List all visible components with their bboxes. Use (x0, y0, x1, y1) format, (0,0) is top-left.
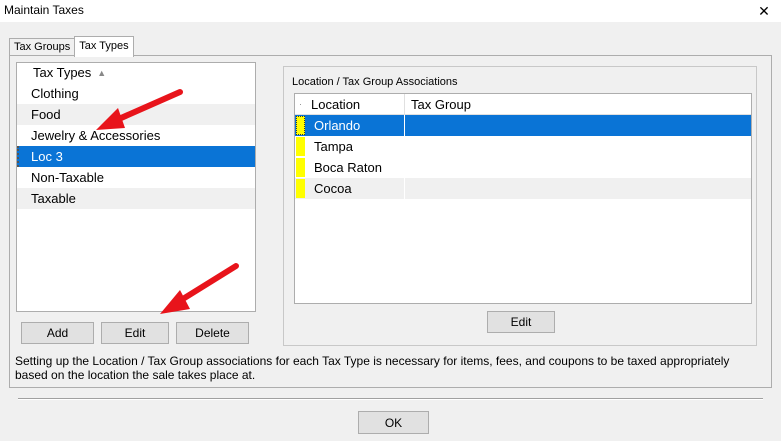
tab-strip: Tax Groups Tax Types (9, 36, 134, 57)
associations-group-label: Location / Tax Group Associations (292, 76, 458, 88)
list-item[interactable]: Taxable (17, 188, 255, 209)
location-cell: Boca Raton (306, 157, 405, 178)
list-item[interactable]: Non-Taxable (17, 167, 255, 188)
row-marker-header: · (299, 99, 302, 109)
location-cell: Tampa (306, 136, 405, 157)
close-icon[interactable]: ✕ (747, 0, 781, 22)
associations-group: Location / Tax Group Associations · Loca… (283, 66, 757, 346)
column-header-location[interactable]: Location (306, 94, 405, 114)
add-button[interactable]: Add (21, 322, 94, 344)
tax-types-header-label: Tax Types (33, 65, 92, 80)
row-marker (295, 157, 306, 178)
tax-group-cell (405, 115, 751, 136)
row-marker (295, 178, 306, 199)
tax-types-panel: Tax Types ▲ Clothing Food Jewelry & Acce… (9, 55, 772, 388)
table-row[interactable]: Tampa (295, 136, 751, 157)
associations-grid[interactable]: · Location Tax Group Orlando Tampa Boca … (294, 93, 752, 304)
delete-button[interactable]: Delete (176, 322, 249, 344)
tax-types-list[interactable]: Tax Types ▲ Clothing Food Jewelry & Acce… (16, 62, 256, 312)
table-row-selected[interactable]: Orlando (295, 115, 751, 136)
help-text: Setting up the Location / Tax Group asso… (15, 354, 730, 382)
title-bar: Maintain Taxes ✕ (0, 0, 781, 22)
location-cell: Cocoa (306, 178, 405, 199)
edit-tax-type-button[interactable]: Edit (101, 322, 169, 344)
edit-association-button[interactable]: Edit (487, 311, 555, 333)
row-marker (295, 115, 306, 136)
list-item-selected[interactable]: Loc 3 (17, 146, 255, 167)
grid-header: · Location Tax Group (295, 94, 751, 115)
table-row[interactable]: Boca Raton (295, 157, 751, 178)
tab-tax-types[interactable]: Tax Types (74, 36, 134, 57)
ok-button[interactable]: OK (358, 411, 429, 434)
window-title: Maintain Taxes (4, 3, 84, 17)
tab-tax-groups[interactable]: Tax Groups (9, 38, 76, 56)
location-cell: Orlando (306, 115, 405, 136)
column-header-tax-group[interactable]: Tax Group (405, 94, 751, 114)
list-item[interactable]: Food (17, 104, 255, 125)
list-item[interactable]: Jewelry & Accessories (17, 125, 255, 146)
list-item[interactable]: Clothing (17, 83, 255, 104)
table-row[interactable]: Cocoa (295, 178, 751, 199)
sort-ascending-icon: ▲ (97, 67, 107, 78)
tax-group-cell (405, 178, 751, 199)
divider (18, 398, 763, 400)
row-marker (295, 136, 306, 157)
tax-group-cell (405, 157, 751, 178)
tax-types-column-header[interactable]: Tax Types ▲ (17, 63, 255, 83)
tax-group-cell (405, 136, 751, 157)
